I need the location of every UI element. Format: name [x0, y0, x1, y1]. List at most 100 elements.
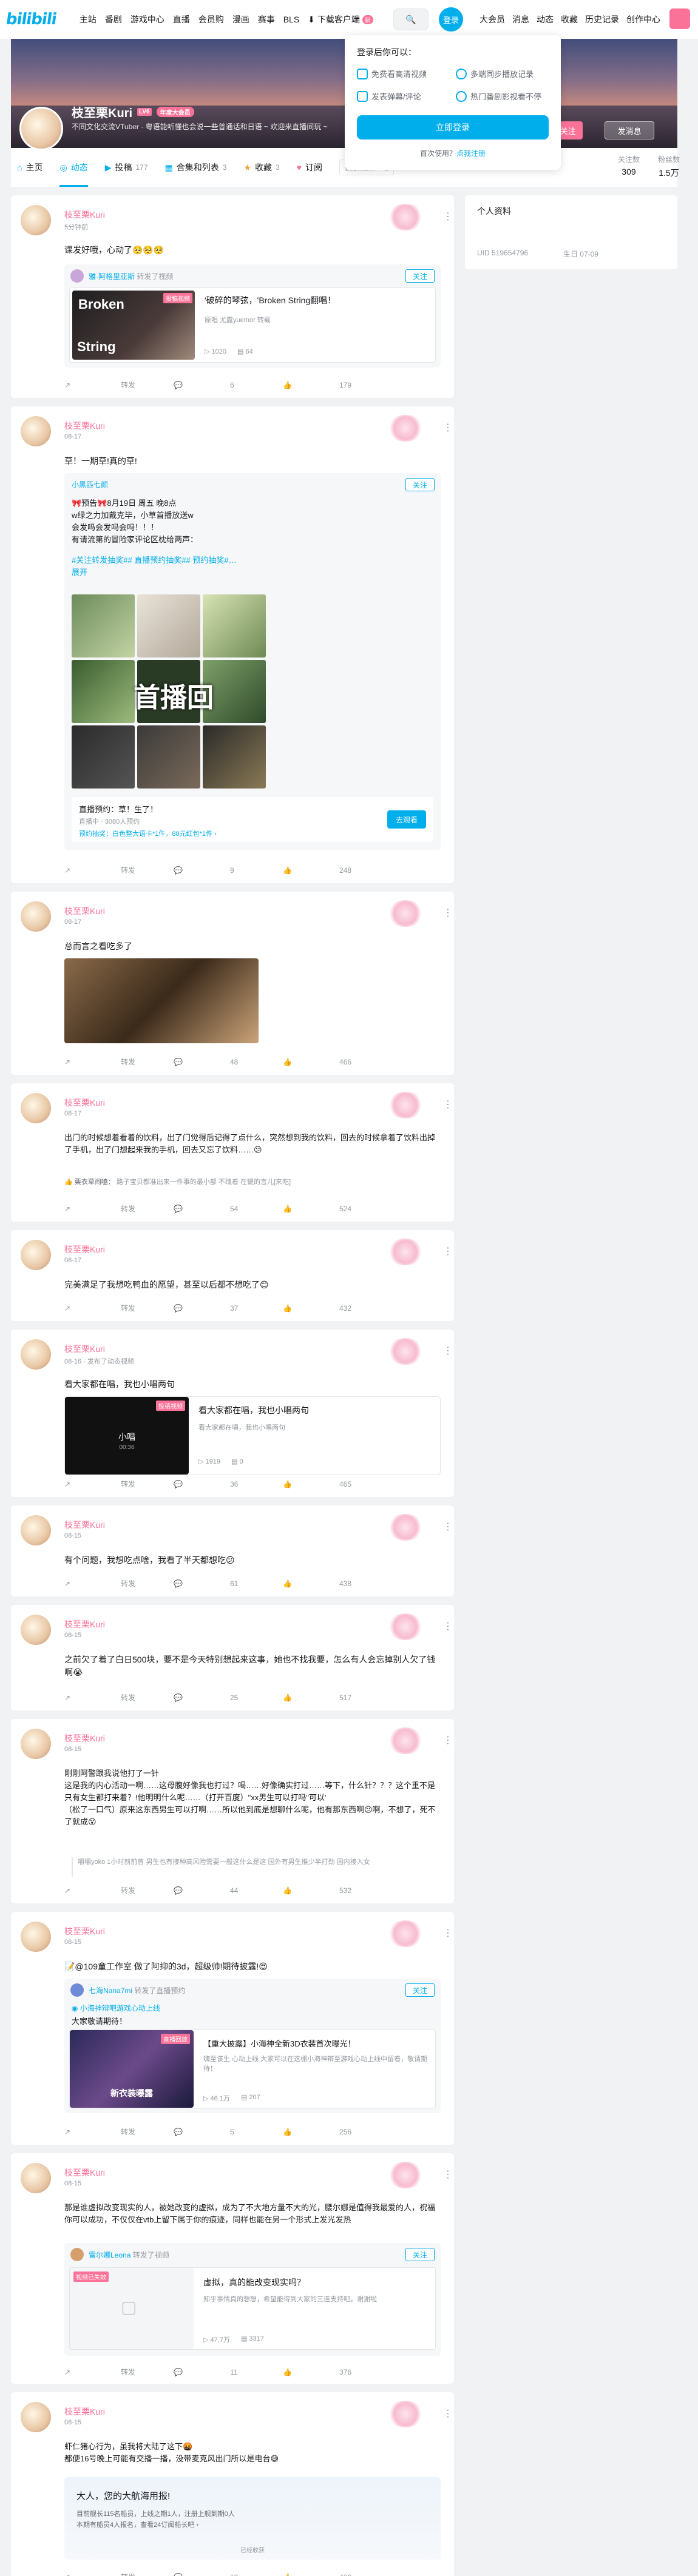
more-icon[interactable]: ⋮: [443, 1929, 453, 1939]
post-author[interactable]: 枝至栗Kuri: [64, 420, 105, 432]
forward-button[interactable]: ↗ 转发: [64, 1479, 174, 1489]
more-icon[interactable]: ⋮: [443, 212, 453, 222]
post-author[interactable]: 枝至栗Kuri: [64, 1732, 105, 1744]
repost-follow-button[interactable]: 关注: [405, 269, 435, 283]
post-author[interactable]: 枝至栗Kuri: [64, 1097, 105, 1109]
profile-avatar[interactable]: [19, 107, 63, 150]
bilibili-logo[interactable]: bilibili: [5, 10, 58, 29]
forward-button[interactable]: ↗ 转发: [64, 865, 174, 875]
comment-button[interactable]: 💬 6: [174, 380, 283, 390]
tab-favorites[interactable]: ★ 收藏 3: [243, 148, 279, 187]
grid-image[interactable]: [137, 594, 200, 657]
tab-dynamic[interactable]: ◎ 动态: [59, 148, 88, 187]
post-avatar[interactable]: [21, 1729, 51, 1759]
like-button[interactable]: 👍 438: [283, 1578, 392, 1589]
nav-vip[interactable]: 大会员: [479, 13, 505, 25]
forward-button[interactable]: ↗ 转发: [64, 1057, 174, 1067]
watch-button[interactable]: 去观看: [387, 810, 426, 829]
nav-history[interactable]: 历史记录: [585, 13, 619, 25]
post-avatar[interactable]: [21, 205, 51, 235]
repost-box[interactable]: 小黑匹七颜 关注 🎀预告🎀8月19日 周五 晚8点 w绿之力加戴克毕，小草首播放…: [64, 473, 441, 850]
post-author[interactable]: 枝至栗Kuri: [64, 1243, 105, 1256]
repost-box[interactable]: 雷尔娜Leona 转发了视频 关注 视频已失效 ▢ 虚拟，真的能改变现实吗？ 知…: [64, 2243, 441, 2356]
post-author[interactable]: 枝至栗Kuri: [64, 2406, 105, 2418]
more-icon[interactable]: ⋮: [443, 1522, 453, 1532]
like-button[interactable]: 👍 466: [283, 1057, 392, 1067]
more-icon[interactable]: ⋮: [443, 909, 453, 918]
comment-button[interactable]: 💬 19: [174, 2572, 283, 2576]
repost-user[interactable]: 七海Nana7mi: [89, 1986, 132, 1995]
post-avatar[interactable]: [21, 1615, 51, 1645]
post-image[interactable]: [64, 958, 259, 1043]
search-button[interactable]: 🔍: [393, 8, 429, 30]
grid-image[interactable]: [137, 725, 200, 789]
post-author[interactable]: 枝至栗Kuri: [64, 1925, 105, 1937]
comment-button[interactable]: 💬 48: [174, 1057, 283, 1067]
comment-button[interactable]: 💬 5: [174, 2127, 283, 2137]
repost-follow-button[interactable]: 关注: [405, 478, 435, 491]
expand-link[interactable]: 展开: [72, 567, 237, 579]
post-avatar[interactable]: [21, 1515, 51, 1545]
stat-followers[interactable]: 粉丝数 1.5万: [658, 154, 680, 179]
nav-dynamics[interactable]: 动态: [537, 13, 554, 25]
uid-value[interactable]: 519654796: [492, 249, 528, 257]
more-icon[interactable]: ⋮: [443, 1100, 453, 1110]
repost-box[interactable]: 雅·阿格里亚斯 转发了视频 关注 Broken 投稿视频 String '破碎的…: [64, 264, 441, 368]
nav-main[interactable]: 主站: [80, 13, 97, 25]
video-card[interactable]: 投稿视频 小唱 00:36 看大家都在唱，我也小唱两句 看大家都在唱，我也小唱两…: [64, 1396, 441, 1475]
comment-button[interactable]: 💬 36: [174, 1479, 283, 1489]
tab-uploads[interactable]: ▶ 投稿 177: [105, 148, 148, 187]
fleet-report-card[interactable]: 大人，您的大航海用报! 目前舰长115名船员，上线之期1人，注册上舰到期0人 本…: [64, 2477, 441, 2560]
tab-collections[interactable]: ▦ 合集和列表 3: [165, 148, 227, 187]
login-avatar-button[interactable]: 登录: [439, 7, 463, 32]
more-icon[interactable]: ⋮: [443, 2170, 453, 2180]
video-card[interactable]: Broken 投稿视频 String '破碎的琴弦，'Broken String…: [69, 288, 436, 363]
repost-user[interactable]: 雅·阿格里亚斯: [89, 272, 135, 281]
like-button[interactable]: 👍 248: [283, 865, 392, 875]
repost-user[interactable]: 小黑匹七颜: [72, 479, 108, 489]
forward-button[interactable]: ↗ 转发: [64, 1203, 174, 1214]
nav-anime[interactable]: 番剧: [105, 13, 122, 25]
repost-user[interactable]: 雷尔娜Leona: [89, 2251, 130, 2259]
live-reservation-card[interactable]: 直播预约：草！生了！ 直播中 · 3080人预约 预约抽奖：白色整大语卡*1件，…: [72, 797, 433, 842]
comment-button[interactable]: 💬 61: [174, 1578, 283, 1589]
repost-follow-button[interactable]: 关注: [405, 2248, 435, 2261]
comment-button[interactable]: 💬 44: [174, 1885, 283, 1895]
post-author[interactable]: 枝至栗Kuri: [64, 1519, 105, 1531]
video-card[interactable]: 直播回放 新衣装曝露 【重大披露】小海神全新3D衣装首次曝光！ 嗨至该生 心动上…: [69, 2030, 436, 2108]
comment-button[interactable]: 💬 54: [174, 1203, 283, 1214]
more-icon[interactable]: ⋮: [443, 1736, 453, 1746]
post-author[interactable]: 枝至栗Kuri: [64, 2167, 105, 2179]
post-avatar[interactable]: [21, 1240, 51, 1270]
nav-bls[interactable]: BLS: [283, 15, 299, 24]
upload-button[interactable]: [669, 8, 690, 29]
more-icon[interactable]: ⋮: [443, 1622, 453, 1632]
post-author[interactable]: 枝至栗Kuri: [64, 209, 105, 221]
comment-user[interactable]: 栗衣草闹嗑：: [75, 1179, 115, 1186]
grid-image[interactable]: [72, 725, 135, 789]
forward-button[interactable]: ↗ 转发: [64, 2367, 174, 2377]
like-button[interactable]: 👍 376: [283, 2367, 392, 2377]
like-button[interactable]: 👍 524: [283, 1203, 392, 1214]
post-author[interactable]: 枝至栗Kuri: [64, 1343, 105, 1355]
comment-button[interactable]: 💬 37: [174, 1303, 283, 1313]
nav-messages[interactable]: 消息: [512, 13, 529, 25]
grid-image[interactable]: [203, 725, 266, 789]
comment-button[interactable]: 💬 11: [174, 2367, 283, 2377]
forward-button[interactable]: ↗ 转发: [64, 1885, 174, 1895]
post-avatar[interactable]: [21, 2163, 51, 2193]
forward-button[interactable]: ↗ 转发: [64, 1692, 174, 1703]
like-button[interactable]: 👍 179: [283, 380, 392, 390]
like-button[interactable]: 👍 532: [283, 1885, 392, 1895]
reservation-prize-link[interactable]: 预约抽奖：白色整大语卡*1件，88元红包*1件 ›: [79, 829, 217, 838]
post-avatar[interactable]: [21, 1339, 51, 1370]
like-button[interactable]: 👍 517: [283, 1692, 392, 1703]
forward-button[interactable]: ↗ 转发: [64, 1303, 174, 1313]
grid-image[interactable]: 首播回: [134, 660, 214, 723]
stat-following[interactable]: 关注数 309: [618, 154, 640, 179]
more-icon[interactable]: ⋮: [443, 1247, 453, 1257]
register-link[interactable]: 点我注册: [456, 149, 486, 158]
forward-button[interactable]: ↗ 转发: [64, 1578, 174, 1589]
nav-manga[interactable]: 漫画: [232, 13, 249, 25]
forward-button[interactable]: ↗ 转发: [64, 2572, 174, 2576]
